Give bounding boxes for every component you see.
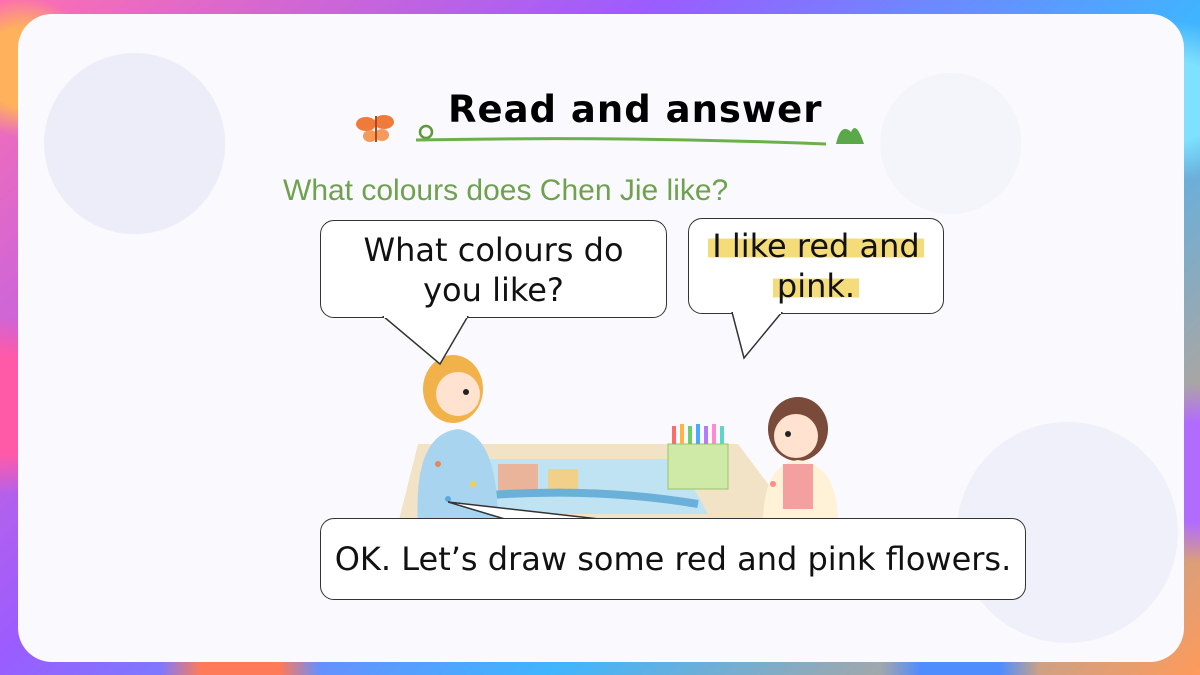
bubble1-line2: you like? [423,271,564,309]
bubble2-tail [731,312,783,360]
butterfly-icon [356,115,394,142]
girl-left [417,355,498,524]
girl-right [763,397,838,524]
bubble1-tail [381,316,469,366]
bubble2-line2: pink. [772,267,860,305]
question-text: What colours does Chen Jie like? [283,174,729,207]
snail-icon [418,124,434,140]
bubble1-line1: What colours do [363,231,624,269]
speech-bubble-answer: I like red and pink. [688,218,944,314]
speech-bubble-question: What colours do you like? [320,220,667,318]
grass-icon [836,128,864,144]
slide-card: Read and answer What colours does Chen J… [18,14,1184,662]
speech-bubble-reply: OK. Let’s draw some red and pink flowers… [320,518,1026,600]
page-title: Read and answer [448,88,823,131]
bubble2-line1: I like red and [708,227,924,265]
